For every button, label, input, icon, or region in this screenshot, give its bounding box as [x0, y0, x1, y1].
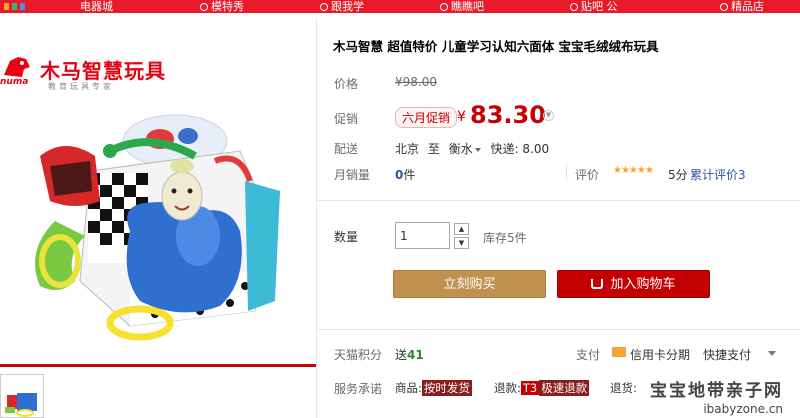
add-to-cart-button[interactable]: 加入购物车	[557, 270, 710, 298]
logo-mark-text: numa	[0, 77, 29, 87]
currency-symbol: ¥	[457, 109, 466, 125]
product-main-image[interactable]: numa 木马智慧玩具 教育玩具专家	[0, 23, 316, 347]
quantity-decrease-button[interactable]: ▼	[454, 237, 469, 249]
quick-pay-select[interactable]: 快捷支付	[703, 346, 751, 363]
service-return[interactable]: 退货:	[610, 380, 637, 396]
brand-logo: numa 木马智慧玩具 教育玩具专家	[0, 53, 170, 113]
top-nav-bar: 电器城 模特秀 跟我学 瞧瞧吧 贴吧 公 精品店	[0, 0, 800, 13]
nav-icon	[720, 3, 728, 11]
top-nav-item[interactable]: 模特秀	[200, 0, 244, 13]
caret-down-icon[interactable]	[768, 351, 776, 356]
service-refund[interactable]: 退款: T3 极速退款	[494, 380, 590, 396]
promo-label: 促销	[334, 112, 359, 126]
shipping-label: 配送	[334, 142, 359, 156]
top-nav-item[interactable]: 贴吧 公	[570, 0, 618, 13]
caret-down-icon	[474, 147, 481, 152]
top-nav-item[interactable]: 跟我学	[320, 0, 364, 13]
nav-icon	[570, 3, 578, 11]
monthly-sales-label: 月销量	[334, 168, 371, 182]
watermark-name: 宝宝地带亲子网	[650, 381, 783, 401]
top-nav-item[interactable]: 瞧瞧吧	[440, 0, 484, 13]
quantity-label: 数量	[334, 230, 359, 244]
stock-count: 库存5件	[483, 231, 527, 245]
promo-badge[interactable]: 六月促销	[395, 107, 458, 128]
nav-icon	[200, 3, 208, 11]
section-divider	[316, 200, 800, 201]
logo-brand-text: 木马智慧玩具	[40, 59, 166, 83]
service-goods[interactable]: 商品: 按时发货	[395, 380, 472, 396]
quantity-increase-button[interactable]: ▲	[454, 223, 469, 235]
nav-icon	[320, 3, 328, 11]
current-price: 83.30	[470, 101, 546, 129]
original-price: ¥98.00	[395, 75, 437, 89]
top-nav-item[interactable]: 电器城	[80, 0, 113, 13]
logo-tagline: 教育玩具专家	[48, 82, 114, 91]
plush-cube-illustration	[35, 114, 280, 341]
quantity-input[interactable]	[395, 222, 450, 249]
express-fee: 快递: 8.00	[490, 142, 550, 156]
color-bar-decoration	[4, 3, 25, 10]
shipping-info: 北京 至 衡水 快递: 8.00	[395, 140, 549, 157]
total-reviews-link[interactable]: 累计评价3	[690, 166, 746, 183]
points-label: 天猫积分	[334, 348, 383, 362]
chevron-down-icon[interactable]: ▼	[543, 110, 554, 121]
cart-icon	[591, 279, 604, 289]
monthly-sales: 0件	[395, 168, 416, 182]
price-label: 价格	[334, 77, 359, 91]
nav-icon	[440, 3, 448, 11]
pay-label: 支付	[576, 348, 601, 362]
top-nav-item[interactable]: 精品店	[720, 0, 764, 13]
reviews-label: 评价	[575, 168, 600, 182]
product-title: 木马智慧 超值特价 儿童学习认知六面体 宝宝毛绒绒布玩具	[333, 39, 659, 54]
rating-score: 5分	[668, 168, 688, 182]
ship-to-word: 至	[427, 142, 440, 156]
buy-now-button[interactable]: 立刻购买	[393, 270, 546, 298]
credit-card-icon	[612, 347, 626, 357]
separator	[566, 165, 567, 179]
rating-stars-icon: ★★★★★	[613, 165, 654, 176]
thumbnail[interactable]	[0, 374, 44, 418]
watermark-url: ibabyzone.cn	[703, 402, 783, 416]
ship-destination-select[interactable]: 衡水	[449, 142, 487, 156]
section-divider	[316, 329, 800, 330]
ship-from: 北京	[395, 142, 420, 156]
thumbnail-image	[1, 375, 43, 417]
product-gallery: numa 木马智慧玩具 教育玩具专家	[0, 19, 316, 418]
gallery-divider	[316, 19, 317, 418]
thumbnail-selected-bar	[0, 364, 316, 367]
credit-installment-link[interactable]: 信用卡分期	[630, 346, 690, 363]
watermark: 宝宝地带亲子网 ibabyzone.cn	[650, 376, 783, 416]
points-value: 送41	[395, 348, 424, 362]
service-label: 服务承诺	[334, 382, 383, 396]
